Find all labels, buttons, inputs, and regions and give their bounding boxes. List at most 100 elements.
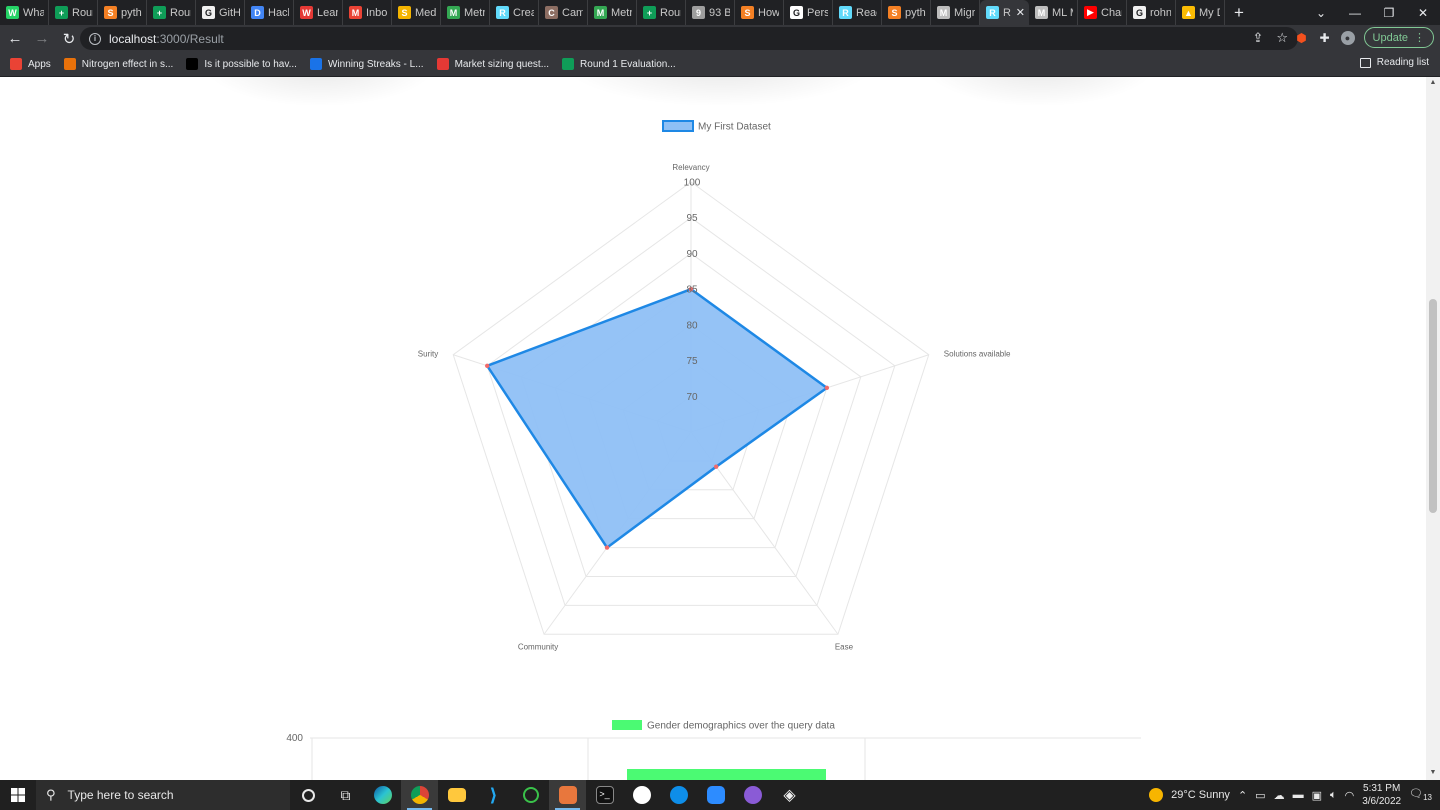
url-text[interactable]: localhost:3000/Result [109,32,224,46]
browser-tab[interactable]: ▶ Char [1078,0,1127,25]
radar-data-point[interactable] [604,545,610,550]
sun-weather-icon[interactable] [1149,788,1164,802]
close-window-button[interactable]: ✕ [1406,6,1440,20]
bookmark-item[interactable]: Nitrogen effect in s... [63,58,173,70]
spotify-circle-icon[interactable] [512,780,549,810]
radar-dataset-area[interactable] [485,287,829,549]
edge-icon[interactable] [364,780,401,810]
zoom-icon[interactable] [697,780,734,810]
restore-button[interactable]: ❐ [1372,6,1406,20]
bookmark-item[interactable]: Market sizing quest... [436,58,549,70]
task-view-icon[interactable]: ⧉ [327,780,364,810]
share-icon[interactable]: ⇪ [1252,30,1263,46]
radar-data-point[interactable] [485,363,490,368]
browser-tab[interactable]: + Round [49,0,98,25]
tab-title: Crea [513,6,534,19]
chevron-up-icon[interactable]: ⌃ [1238,789,1247,802]
address-bar[interactable]: i localhost:3000/Result ⇪ ☆ [80,27,1298,50]
teamviewer-icon[interactable] [660,780,697,810]
browser-tab[interactable]: R Crea [490,0,539,25]
new-tab-button[interactable]: + [1225,0,1253,25]
minimize-button[interactable]: — [1338,6,1372,20]
extensions-puzzle-icon[interactable]: ✚ [1318,31,1332,45]
obs-icon[interactable] [623,780,660,810]
radar-tick-label: 75 [686,356,698,367]
cloud-icon[interactable]: ☁ [1274,789,1285,802]
chrome-icon[interactable] [401,780,438,810]
browser-tab[interactable]: M Metr [441,0,490,25]
browser-tab[interactable]: C Cam [539,0,588,25]
back-button[interactable]: ← [3,27,27,51]
browser-tab[interactable]: R React [833,0,882,25]
github-desktop-icon[interactable] [734,780,771,810]
page-scrollbar[interactable]: ▲ ▼ [1426,77,1440,780]
browser-tab[interactable]: M Metr [588,0,637,25]
close-tab-icon[interactable]: ✕ [1016,6,1025,19]
bookmark-item[interactable]: Winning Streaks - L... [309,58,424,70]
monitor-icon[interactable]: ▭ [1255,789,1265,802]
clock[interactable]: 5:31 PM 3/6/2022 [1362,782,1401,808]
forward-button[interactable]: → [30,27,54,51]
radar-data-point[interactable] [824,385,830,391]
taskbar-search[interactable]: ⚲ Type here to search [36,780,290,810]
browser-tab[interactable]: D Hack [245,0,294,25]
browser-tab[interactable]: Spython [98,0,147,25]
git-icon[interactable]: ◈ [771,780,808,810]
start-button[interactable] [0,780,36,810]
tab-title: Round [72,6,93,19]
scrollbar-thumb[interactable] [1429,299,1437,513]
browser-tab[interactable]: M ML M [1029,0,1078,25]
browser-tab[interactable]: + Round [637,0,686,25]
terminal-icon[interactable]: >_ [586,780,623,810]
radar-data-point[interactable] [713,464,719,469]
cortana-icon[interactable] [290,780,327,810]
whatsapp-icon: W [6,6,19,19]
browser-tab[interactable]: R R ✕ [980,0,1029,25]
browser-tab[interactable]: G Perso [784,0,833,25]
radar-legend-label[interactable]: My First Dataset [698,122,771,133]
radar-legend-swatch[interactable] [662,120,694,132]
bar-mark[interactable] [627,769,826,780]
volume-icon[interactable]: 🔈︎ [1330,789,1337,802]
bookmark-item[interactable]: Is it possible to hav... [186,58,297,70]
more-menu-icon[interactable]: ⋮ [1414,31,1425,44]
bar-legend-swatch[interactable] [612,720,642,730]
bookmark-item[interactable]: Apps [10,58,51,70]
scroll-down-arrow[interactable]: ▼ [1429,769,1437,776]
site-info-icon[interactable]: i [89,32,101,45]
file-explorer-icon[interactable] [438,780,475,810]
browser-tab[interactable]: Spython [882,0,931,25]
browser-tab[interactable]: G GitHub [196,0,245,25]
scroll-up-arrow[interactable]: ▲ [1429,79,1437,86]
bar-legend-label[interactable]: Gender demographics over the query data [647,721,835,732]
browser-tab[interactable]: M Migr [931,0,980,25]
display-icon[interactable]: ▣ [1312,789,1322,802]
browser-tab[interactable]: ▲ My D [1176,0,1225,25]
profile-avatar[interactable]: ● [1340,30,1355,45]
wifi-icon[interactable]: ◠ [1345,789,1355,802]
battery-icon[interactable]: ▬ [1293,789,1304,801]
weather-text[interactable]: 29°C Sunny [1171,789,1230,801]
tab-title: Migr [954,6,975,19]
browser-tab[interactable]: W WhatsApp [0,0,49,25]
browser-tab[interactable]: S Med [392,0,441,25]
vscode-icon[interactable]: ⟩ [475,780,512,810]
reading-list-button[interactable]: Reading list [1359,57,1429,68]
bookmark-star-icon[interactable]: ☆ [1276,30,1288,46]
tab-title: Metr [464,6,485,19]
browser-tab[interactable]: S How [735,0,784,25]
tab-search-icon[interactable]: ⌄ [1304,6,1338,20]
reload-button[interactable]: ↻ [57,27,81,51]
browser-tab[interactable]: 9 93 B [686,0,735,25]
bookmark-item[interactable]: Round 1 Evaluation... [562,58,676,70]
browser-tab[interactable]: W Learn [294,0,343,25]
browser-tab[interactable]: M Inbox [343,0,392,25]
page-icon: 9 [692,6,705,19]
extension-icon[interactable]: ⬢ [1295,31,1309,45]
discord-icon[interactable] [549,780,586,810]
browser-tab[interactable]: + Round [147,0,196,25]
notifications-icon[interactable]: 🗨︎13 [1409,787,1432,802]
browser-tab[interactable]: Grohn [1127,0,1176,25]
sheets-icon: + [643,6,656,19]
update-button[interactable]: Update ⋮ [1363,27,1434,48]
